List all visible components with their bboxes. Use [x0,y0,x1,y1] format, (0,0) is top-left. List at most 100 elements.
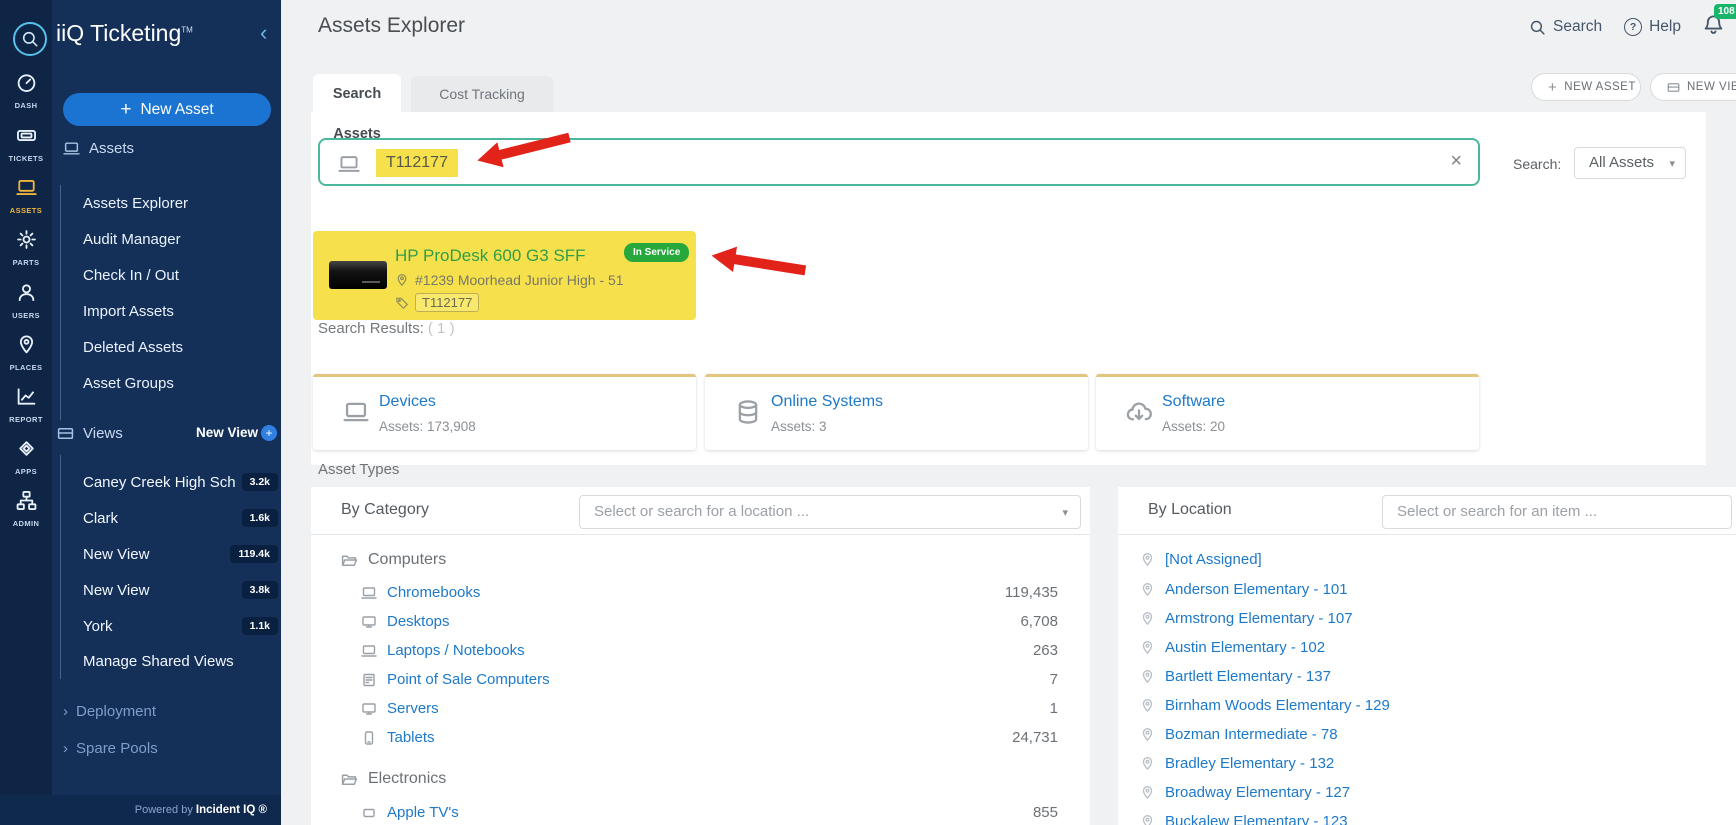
views-section-header[interactable]: Views [57,419,123,447]
tab-search-assets[interactable]: Search Assets [313,74,401,112]
by-location-title: By Location [1148,501,1232,519]
sidebar-group-spare-pools[interactable]: › Spare Pools [63,734,158,762]
sidebar-item-asset-groups[interactable]: Asset Groups [83,366,174,402]
rail-item-parts[interactable]: PARTS [0,229,52,267]
map-pin-icon [1140,611,1155,626]
new-view-link[interactable]: New View [196,419,258,447]
chevron-right-icon: › [63,740,68,757]
by-location-panel: By Location Select or search for an item… [1118,487,1736,825]
asset-type-card-devices[interactable]: Devices Assets: 173,908 [313,374,696,450]
category-count: 1 [1050,700,1058,717]
rail-item-admin[interactable]: ADMIN [0,490,52,528]
location-item-not-assigned[interactable]: [Not Assigned] [1140,551,1262,568]
clear-search-icon[interactable]: × [1450,150,1462,173]
help-button[interactable]: ? Help [1624,18,1681,36]
rail-item-users[interactable]: USERS [0,282,52,320]
category-item-tablets[interactable]: Tablets [361,729,435,746]
location-item-dropdown[interactable]: Select or search for an item ... [1382,495,1732,529]
new-view-plus-icon[interactable]: + [261,425,277,441]
app-logo [13,22,47,56]
rail-item-apps[interactable]: APPS [0,438,52,476]
rail-item-dash[interactable]: DASH [0,72,52,110]
asset-tag-row: T112177 [395,293,479,312]
chevron-down-icon: ▾ [1669,148,1675,180]
category-item-chromebooks[interactable]: Chromebooks [361,584,480,601]
category-group-computers[interactable]: Computers [341,551,446,569]
sitemap-icon [16,490,37,511]
view-item-new-view-1[interactable]: New View 119.4k [83,536,278,572]
category-item-servers[interactable]: Servers [361,700,439,717]
category-location-dropdown[interactable]: Select or search for a location ... ▾ [579,495,1081,529]
rail-item-places[interactable]: PLACES [0,334,52,372]
location-item-austin[interactable]: Austin Elementary - 102 [1140,639,1325,656]
tag-icon [395,296,409,310]
location-item-bradley[interactable]: Bradley Elementary - 132 [1140,755,1334,772]
map-pin-icon [1140,727,1155,742]
view-item-new-view-2[interactable]: New View 3.8k [83,572,278,608]
view-count-badge: 1.6k [242,509,278,527]
page-title: Assets Explorer [318,14,465,38]
sidebar-group-deployment[interactable]: › Deployment [63,697,156,725]
category-count: 263 [1033,642,1058,659]
location-item-broadway[interactable]: Broadway Elementary - 127 [1140,784,1350,801]
map-pin-icon [1140,669,1155,684]
sidebar-item-audit-manager[interactable]: Audit Manager [83,222,181,258]
sidebar-item-assets-explorer[interactable]: Assets Explorer [83,186,188,222]
view-item-caney-creek[interactable]: Caney Creek High Scho... 3.2k [83,464,278,500]
category-item-desktops[interactable]: Desktops [361,613,450,630]
icon-rail: DASH TICKETS ASSETS PARTS USERS PLACES [0,0,52,825]
asset-type-card-software[interactable]: Software Assets: 20 [1096,374,1479,450]
category-count: 7 [1050,671,1058,688]
category-count: 24,731 [1012,729,1058,746]
asset-location-row: #1239 Moorhead Junior High - 51 [395,272,624,288]
asset-type-card-online-systems[interactable]: Online Systems Assets: 3 [705,374,1088,450]
category-count: 119,435 [1005,584,1058,601]
location-item-anderson[interactable]: Anderson Elementary - 101 [1140,581,1348,598]
rail-item-tickets[interactable]: TICKETS [0,125,52,163]
location-item-bozman[interactable]: Bozman Intermediate - 78 [1140,726,1338,743]
category-item-apple-tvs[interactable]: Apple TV's [361,804,459,821]
by-category-header: By Category Select or search for a locat… [311,487,1090,535]
category-group-electronics[interactable]: Electronics [341,770,446,788]
category-count: 855 [1033,804,1058,821]
laptop-icon [361,643,377,659]
monitor-icon [361,614,377,630]
search-results-label: Search Results:( 1 ) [318,320,455,337]
sidebar-collapse-icon[interactable]: ‹ [260,22,267,44]
asset-result-card[interactable]: HP ProDesk 600 G3 SFF In Service #1239 M… [313,231,696,320]
rail-item-report[interactable]: REPORT [0,386,52,424]
brand-name: iiQ TicketingTM [56,20,193,47]
sidebar-item-import-assets[interactable]: Import Assets [83,294,174,330]
new-asset-button[interactable]: + New Asset [63,93,271,126]
chart-icon [16,386,37,407]
status-badge: In Service [624,243,689,262]
category-item-laptops-notebooks[interactable]: Laptops / Notebooks [361,642,525,659]
location-item-buckalew[interactable]: Buckalew Elementary - 123 [1140,813,1348,825]
category-item-point-of-sale[interactable]: Point of Sale Computers [361,671,550,688]
location-item-armstrong[interactable]: Armstrong Elementary - 107 [1140,610,1353,627]
view-item-manage-shared-views[interactable]: Manage Shared Views [83,643,278,679]
map-pin-icon [1140,552,1155,567]
map-pin-icon [395,273,409,287]
sidebar-section-assets[interactable]: Assets [63,140,134,157]
location-item-bartlett[interactable]: Bartlett Elementary - 137 [1140,668,1331,685]
by-category-panel: By Category Select or search for a locat… [311,487,1090,825]
new-asset-toolbar-button[interactable]: + NEW ASSET [1531,73,1641,101]
notifications-button[interactable]: 108 [1703,14,1724,40]
global-search-button[interactable]: Search [1529,18,1602,36]
search-icon [1529,19,1546,36]
view-item-clark[interactable]: Clark 1.6k [83,500,278,536]
location-item-birnham-woods[interactable]: Birnham Woods Elementary - 129 [1140,697,1390,714]
sidebar-item-check-in-out[interactable]: Check In / Out [83,258,179,294]
rail-item-assets[interactable]: ASSETS [0,177,52,215]
new-view-toolbar-button[interactable]: NEW VIEW [1650,73,1736,101]
sidebar-item-deleted-assets[interactable]: Deleted Assets [83,330,183,366]
view-count-badge: 3.2k [242,473,278,491]
map-pin-icon [1140,582,1155,597]
powered-by-footer: Powered by Incident IQ ® [0,795,281,825]
map-pin-icon [1140,756,1155,771]
tab-cost-tracking[interactable]: Cost Tracking [411,76,553,112]
asset-title-link[interactable]: HP ProDesk 600 G3 SFF [395,246,586,266]
search-scope-dropdown[interactable]: All Assets ▾ [1574,147,1686,179]
view-item-york[interactable]: York 1.1k [83,608,278,644]
